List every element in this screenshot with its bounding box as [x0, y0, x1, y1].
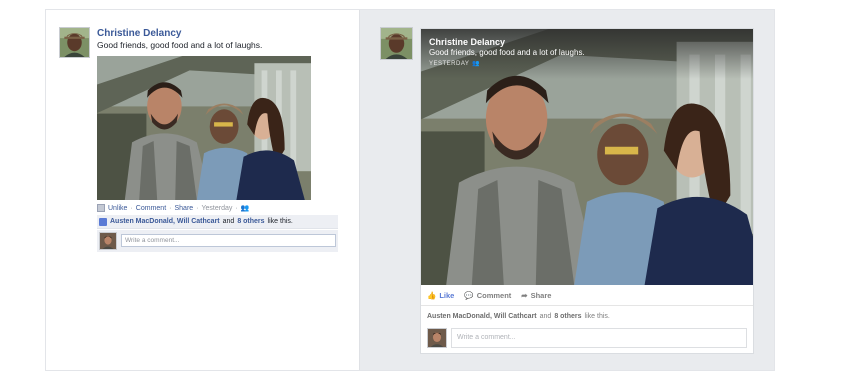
author-avatar[interactable]	[380, 27, 413, 60]
comment-label: Comment	[476, 291, 512, 300]
post-photo[interactable]	[97, 56, 311, 200]
viewer-avatar	[99, 232, 117, 250]
post-photo[interactable]	[421, 29, 753, 285]
likes-summary: Austen MacDonald, Will Cathcart and 8 ot…	[97, 215, 338, 229]
author-avatar[interactable]	[59, 27, 90, 58]
comment-input[interactable]: Write a comment...	[121, 234, 336, 247]
friends-icon[interactable]: 👥	[472, 60, 480, 67]
others-link[interactable]: 8 others	[237, 218, 264, 225]
separator: ·	[130, 204, 133, 212]
comment-row: Write a comment...	[97, 230, 338, 252]
others-link[interactable]: 8 others	[554, 313, 581, 320]
post-card: Christine Delancy Good friends, good foo…	[420, 28, 754, 354]
avatar-image	[100, 233, 116, 249]
new-design-panel: Christine Delancy Good friends, good foo…	[359, 10, 774, 370]
post-text: Good friends, good food and a lot of lau…	[429, 48, 585, 57]
separator: ·	[196, 204, 199, 212]
likers-names-link[interactable]: Austen MacDonald, Will Cathcart	[110, 218, 220, 225]
comment-bubble-icon: 💬	[464, 291, 474, 300]
separator: ·	[235, 204, 238, 212]
separator: ·	[169, 204, 172, 212]
friends-icon[interactable]: 👥	[241, 204, 250, 212]
post-action-bar: Unlike · Comment · Share · Yesterday · 👥	[97, 204, 249, 212]
friends-photo-image	[97, 56, 311, 200]
likes-and-text: and	[222, 218, 235, 225]
share-button[interactable]: ➦ Share	[521, 291, 551, 300]
post-text: Good friends, good food and a lot of lau…	[97, 40, 263, 50]
likes-suffix: like this.	[584, 313, 610, 320]
share-link[interactable]: Share	[174, 205, 193, 212]
comment-button[interactable]: 💬 Comment	[464, 291, 511, 300]
avatar-image	[60, 28, 89, 57]
comment-input[interactable]: Write a comment...	[451, 328, 747, 348]
like-label: Like	[439, 291, 455, 300]
comment-link[interactable]: Comment	[136, 205, 166, 212]
likes-suffix: like this.	[267, 218, 293, 225]
thumbs-up-icon	[97, 204, 105, 212]
timestamp[interactable]: Yesterday	[202, 205, 233, 212]
likes-and-text: and	[539, 313, 552, 320]
author-name-link[interactable]: Christine Delancy	[97, 28, 181, 39]
timestamp[interactable]: YESTERDAY	[429, 61, 469, 67]
unlike-link[interactable]: Unlike	[108, 205, 127, 212]
avatar-image	[381, 28, 412, 59]
share-label: Share	[530, 291, 552, 300]
thumbs-up-icon	[99, 217, 107, 226]
share-arrow-icon: ➦	[521, 291, 528, 300]
avatar-image	[428, 329, 446, 347]
post-action-bar: 👍 Like 💬 Comment ➦ Share	[421, 286, 753, 306]
thumbs-up-icon: 👍	[427, 291, 437, 300]
author-name-link[interactable]: Christine Delancy	[429, 37, 505, 47]
viewer-avatar	[427, 328, 447, 348]
old-design-panel: Christine Delancy Good friends, good foo…	[46, 10, 359, 370]
comparison-frame: Christine Delancy Good friends, good foo…	[45, 9, 775, 371]
post-meta: YESTERDAY 👥	[429, 60, 480, 68]
likes-summary: Austen MacDonald, Will Cathcart and 8 ot…	[427, 313, 610, 320]
likers-names-link[interactable]: Austen MacDonald, Will Cathcart	[427, 313, 537, 320]
like-button[interactable]: 👍 Like	[427, 291, 454, 300]
